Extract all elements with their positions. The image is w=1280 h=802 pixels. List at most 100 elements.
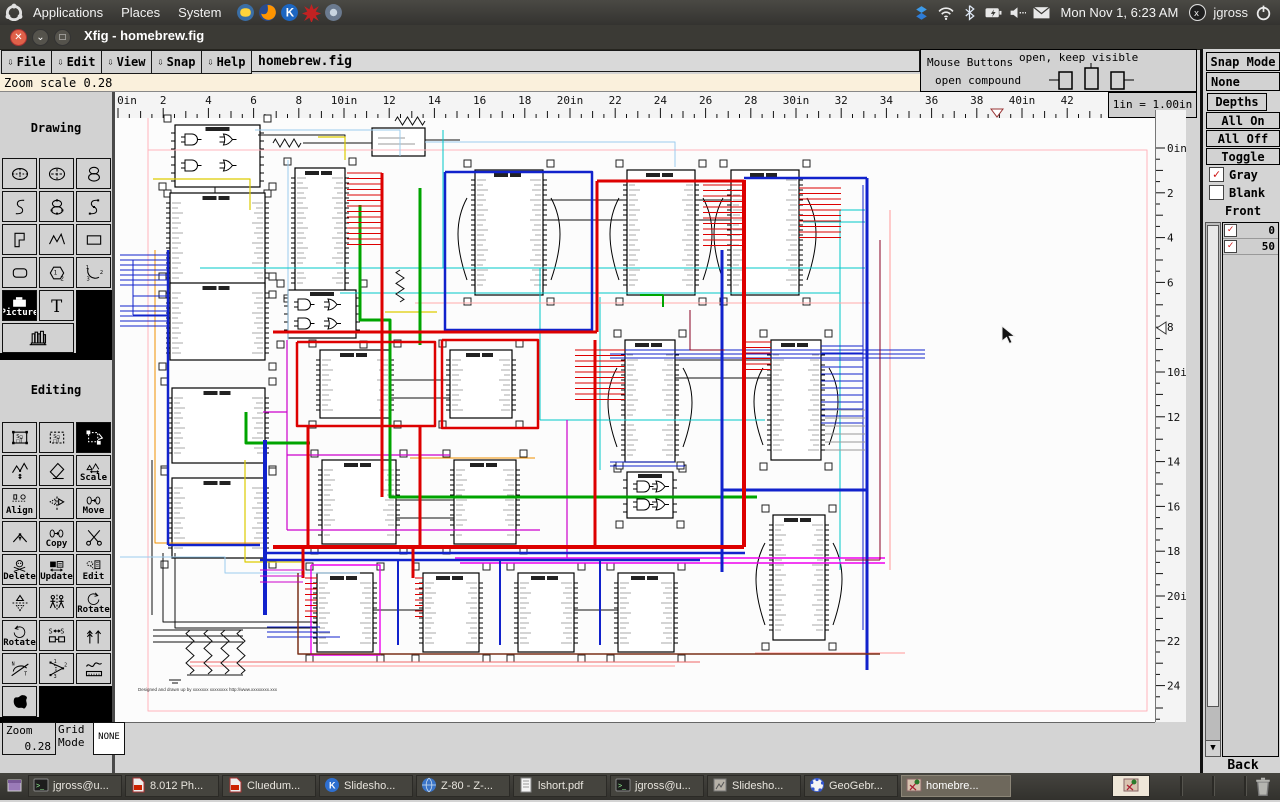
tool-length-measure[interactable] bbox=[76, 653, 111, 684]
depth-row[interactable]: ✓0 bbox=[1223, 223, 1278, 239]
tool-ellipse-diameter[interactable] bbox=[39, 158, 74, 189]
all-off-button[interactable]: All Off bbox=[1206, 130, 1280, 147]
tool-flip[interactable] bbox=[39, 488, 74, 519]
kile-launcher-icon[interactable]: K bbox=[280, 3, 299, 22]
tool-break[interactable]: S○□T bbox=[39, 422, 74, 453]
taskbar-item-homebre-[interactable]: homebre... bbox=[901, 775, 1011, 797]
tool-update[interactable]: Update bbox=[39, 554, 74, 585]
selection-marker bbox=[616, 298, 623, 305]
taskbar-item-icon[interactable] bbox=[1112, 775, 1150, 797]
tool-rounded-rectangle[interactable] bbox=[2, 257, 37, 288]
grid-mode-value[interactable]: NONE bbox=[93, 722, 125, 755]
tool-area-measure[interactable] bbox=[2, 686, 37, 717]
tool-delete-point[interactable] bbox=[39, 455, 74, 486]
tool-polygon[interactable] bbox=[2, 224, 37, 255]
tool-convert[interactable]: SS bbox=[39, 620, 74, 651]
tool-picture[interactable]: Picture bbox=[2, 290, 37, 321]
tool-delete[interactable]: Delete bbox=[2, 554, 37, 585]
menu-file-button[interactable]: ⇩File bbox=[1, 50, 52, 74]
window-titlebar[interactable]: ✕ ⌄ □ Xfig - homebrew.fig bbox=[0, 25, 1280, 50]
power-icon[interactable] bbox=[1255, 4, 1272, 21]
firefox-launcher-icon[interactable] bbox=[258, 3, 277, 22]
tool-add-point[interactable] bbox=[2, 455, 37, 486]
taskbar-item-cluedum-[interactable]: Cluedum... bbox=[222, 775, 316, 797]
tool-glue[interactable]: S○□T bbox=[2, 422, 37, 453]
scroll-down-icon[interactable]: ▼ bbox=[1205, 740, 1221, 757]
tool-regular-polygon[interactable]: 12 bbox=[39, 257, 74, 288]
kdoc-icon: K bbox=[324, 777, 340, 796]
menu-help-button[interactable]: ⇩Help bbox=[201, 50, 252, 74]
tool-tangent[interactable]: NT bbox=[2, 653, 37, 684]
taskbar-item-geogebr-[interactable]: GeoGebr... bbox=[804, 775, 898, 797]
tool-flip-vertical[interactable] bbox=[2, 587, 37, 618]
volume-icon[interactable] bbox=[1009, 4, 1026, 21]
battery-icon[interactable] bbox=[985, 4, 1002, 21]
taskbar-item-lshort-pdf[interactable]: lshort.pdf bbox=[513, 775, 607, 797]
svg-text:>_: >_ bbox=[36, 783, 44, 790]
taskbar-item-8-012-ph-[interactable]: 8.012 Ph... bbox=[125, 775, 219, 797]
depth-scrollbar-thumb[interactable] bbox=[1207, 225, 1219, 707]
depth-row[interactable]: ✓50 bbox=[1223, 239, 1278, 255]
bluetooth-icon[interactable] bbox=[961, 4, 978, 21]
show-desktop-icon[interactable] bbox=[2, 775, 28, 797]
tool-polyline[interactable] bbox=[39, 224, 74, 255]
taskbar-item-slidesho-[interactable]: KSlidesho... bbox=[319, 775, 413, 797]
tool-copy[interactable]: Copy bbox=[39, 521, 74, 552]
tool-mirror[interactable] bbox=[39, 587, 74, 618]
python-launcher-icon[interactable] bbox=[236, 3, 255, 22]
distribution-logo-icon[interactable] bbox=[4, 3, 24, 23]
zoom-button[interactable]: Zoom 0.28 bbox=[2, 722, 56, 755]
menu-system[interactable]: System bbox=[169, 0, 230, 25]
tool-closed-spline[interactable] bbox=[76, 158, 111, 189]
tool-ellipse-radius[interactable] bbox=[2, 158, 37, 189]
tool-scale[interactable]: Scale bbox=[76, 455, 111, 486]
depth-scrollbar[interactable] bbox=[1205, 222, 1221, 742]
menu-edit-button[interactable]: ⇩Edit bbox=[51, 50, 102, 74]
username[interactable]: jgross bbox=[1213, 5, 1248, 20]
selection-marker bbox=[762, 643, 769, 650]
tool-closed-spline-points[interactable] bbox=[39, 191, 74, 222]
gimp-launcher-icon[interactable] bbox=[302, 3, 321, 22]
menu-view-button[interactable]: ⇩View bbox=[101, 50, 152, 74]
gray-checkbox[interactable]: ✓Gray bbox=[1209, 167, 1258, 182]
taskbar-item-jgross-u-[interactable]: >_jgross@u... bbox=[610, 775, 704, 797]
maximize-icon[interactable]: □ bbox=[54, 29, 71, 46]
tool-rotate-cw[interactable]: Rotate bbox=[76, 587, 111, 618]
tool-align[interactable]: Align bbox=[2, 488, 37, 519]
toggle-button[interactable]: Toggle bbox=[1206, 148, 1280, 165]
close-icon[interactable]: ✕ bbox=[10, 29, 27, 46]
trash-icon[interactable] bbox=[1252, 775, 1276, 798]
taskbar-item-z-80-z-[interactable]: Z-80 - Z-... bbox=[416, 775, 510, 797]
tool-cut[interactable] bbox=[76, 521, 111, 552]
tool-spline-points[interactable] bbox=[76, 191, 111, 222]
menu-applications[interactable]: Applications bbox=[24, 0, 112, 25]
tool-rotate-ccw[interactable]: Rotate bbox=[2, 620, 37, 651]
dropbox-icon[interactable] bbox=[913, 4, 930, 21]
vertical-ruler[interactable]: 0in246810in1214161820in2224 bbox=[1155, 110, 1186, 722]
tool-arrowheads[interactable] bbox=[76, 620, 111, 651]
pulldown-arrow-icon: ⇩ bbox=[208, 57, 214, 68]
minimize-icon[interactable]: ⌄ bbox=[32, 29, 49, 46]
taskbar-item-slidesho-[interactable]: Slidesho... bbox=[707, 775, 801, 797]
snap-mode-value[interactable]: None bbox=[1206, 72, 1280, 91]
browser-launcher-icon[interactable] bbox=[324, 3, 343, 22]
menu-places[interactable]: Places bbox=[112, 0, 169, 25]
tool-text[interactable]: T bbox=[39, 290, 74, 321]
tool-move[interactable]: Move bbox=[76, 488, 111, 519]
taskbar-item-jgross-u-[interactable]: >_jgross@u... bbox=[28, 775, 122, 797]
tool-library[interactable] bbox=[2, 323, 74, 353]
tool-angle-measure[interactable]: 123 bbox=[39, 653, 74, 684]
tool-arc[interactable]: 123 bbox=[76, 257, 111, 288]
tool-edit-point[interactable] bbox=[76, 422, 111, 453]
user-badge-icon[interactable]: x bbox=[1189, 4, 1206, 21]
clock[interactable]: Mon Nov 1, 6:23 AM bbox=[1061, 5, 1179, 20]
tool-spline[interactable] bbox=[2, 191, 37, 222]
blank-checkbox[interactable]: Blank bbox=[1209, 185, 1265, 200]
tool-move-point[interactable] bbox=[2, 521, 37, 552]
tool-rectangle[interactable] bbox=[76, 224, 111, 255]
wifi-icon[interactable] bbox=[937, 4, 954, 21]
tool-edit[interactable]: Edit bbox=[76, 554, 111, 585]
all-on-button[interactable]: All On bbox=[1206, 112, 1280, 129]
mail-icon[interactable] bbox=[1033, 4, 1050, 21]
menu-snap-button[interactable]: ⇩Snap bbox=[151, 50, 202, 74]
